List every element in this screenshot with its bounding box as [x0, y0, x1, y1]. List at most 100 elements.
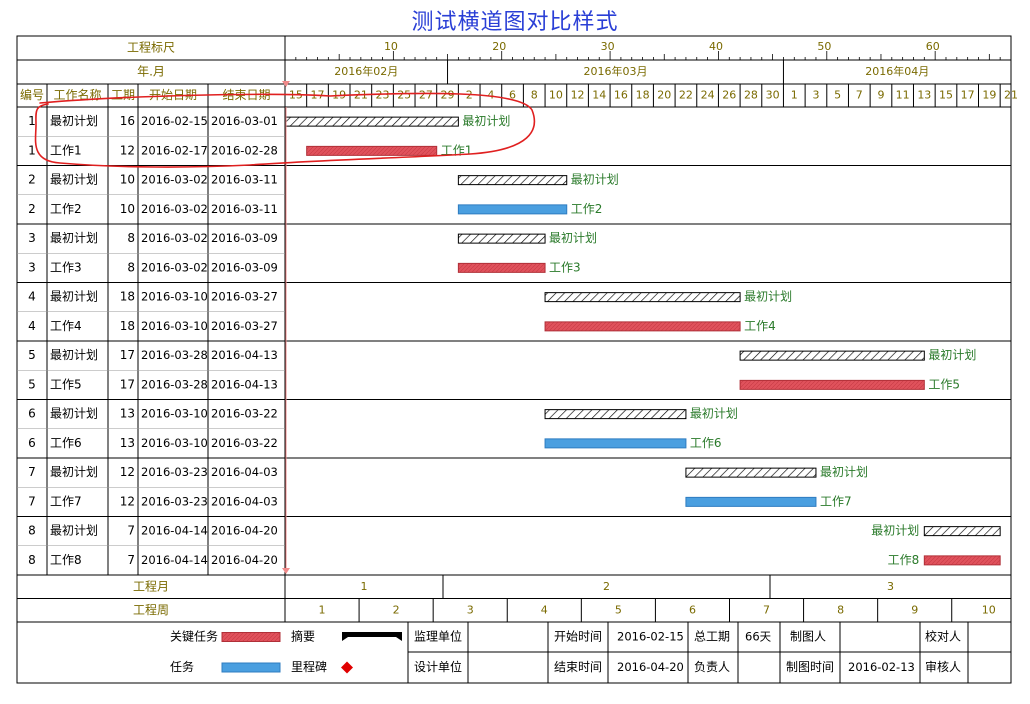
ruler-tick-label: 30 [601, 40, 615, 53]
critical-task-bar [739, 379, 925, 390]
row-number: 7 [28, 494, 36, 508]
bar-label: 最初计划 [744, 290, 792, 304]
column-header: 工期 [111, 88, 135, 102]
day-label: 7 [856, 89, 863, 102]
row-duration: 16 [120, 114, 135, 128]
baseline-bar [284, 116, 459, 127]
row-duration: 10 [120, 173, 135, 187]
day-label: 17 [961, 89, 975, 102]
day-label: 12 [571, 89, 585, 102]
day-label: 24 [701, 89, 715, 102]
ruler-tick-label: 20 [492, 40, 506, 53]
project-week-value: 6 [689, 603, 696, 616]
row-end-date: 2016-03-22 [211, 436, 278, 450]
day-label: 14 [592, 89, 606, 102]
day-label: 13 [917, 89, 931, 102]
row-duration: 12 [120, 465, 135, 479]
row-duration: 17 [120, 348, 135, 362]
row-start-date: 2016-03-23 [141, 465, 208, 479]
row-end-date: 2016-03-11 [211, 173, 278, 187]
day-label: 21 [1004, 89, 1018, 102]
info-start-time-label: 开始时间 [554, 630, 602, 644]
row-name: 工作8 [50, 553, 82, 567]
row-number: 7 [28, 465, 36, 479]
status-line-bottom-marker [282, 568, 290, 574]
info-end-time-label: 结束时间 [554, 660, 602, 674]
project-week-value: 7 [763, 603, 770, 616]
day-label: 10 [549, 89, 563, 102]
baseline-bar [457, 233, 546, 244]
month-label: 2016年04月 [865, 64, 929, 78]
day-label: 5 [834, 89, 841, 102]
bar-label: 最初计划 [462, 114, 510, 128]
row-name: 工作6 [50, 436, 82, 450]
project-week-value: 9 [911, 603, 918, 616]
row-name: 最初计划 [50, 290, 98, 304]
info-owner-label: 负责人 [694, 660, 730, 674]
day-label: 28 [744, 89, 758, 102]
legend-task-label: 任务 [170, 659, 194, 674]
row-end-date: 2016-03-01 [211, 114, 278, 128]
row-duration: 12 [120, 494, 135, 508]
day-label: 25 [397, 89, 411, 102]
row-number: 1 [28, 114, 36, 128]
row-name: 最初计划 [50, 465, 98, 479]
row-name: 工作2 [50, 202, 82, 216]
row-end-date: 2016-04-13 [211, 377, 278, 391]
row-end-date: 2016-03-09 [211, 231, 278, 245]
row-duration: 8 [127, 231, 135, 245]
legend-summary-label: 摘要 [291, 629, 315, 644]
row-duration: 18 [120, 290, 135, 304]
row-name: 最初计划 [50, 231, 98, 245]
bar-label: 工作5 [928, 377, 960, 391]
day-label: 26 [722, 89, 736, 102]
row-duration: 18 [120, 319, 135, 333]
row-duration: 13 [120, 436, 135, 450]
day-label: 18 [636, 89, 650, 102]
row-number: 5 [28, 348, 36, 362]
row-end-date: 2016-04-20 [211, 553, 278, 567]
bar-label: 工作7 [820, 494, 852, 508]
baseline-bar [923, 526, 1001, 537]
row-number: 6 [28, 407, 36, 421]
month-label: 2016年03月 [583, 64, 647, 78]
row-duration: 8 [127, 260, 135, 274]
ruler-tick-label: 10 [384, 40, 398, 53]
row-duration: 10 [120, 202, 135, 216]
info-designer-label: 设计单位 [414, 659, 462, 674]
project-week-value: 8 [837, 603, 844, 616]
row-number: 5 [28, 377, 36, 391]
row-duration: 13 [120, 407, 135, 421]
row-end-date: 2016-04-03 [211, 494, 278, 508]
info-start-time: 2016-02-15 [617, 630, 684, 644]
baseline-bar [544, 409, 687, 420]
bar-label: 最初计划 [928, 348, 976, 362]
project-week-value: 3 [467, 603, 474, 616]
row-start-date: 2016-03-10 [141, 436, 208, 450]
project-month-value: 1 [361, 580, 368, 593]
legend-critical-label: 关键任务 [170, 629, 218, 644]
row-duration: 17 [120, 377, 135, 391]
row-duration: 7 [127, 524, 135, 538]
ruler-tick-label: 40 [709, 40, 723, 53]
row-number: 3 [28, 231, 36, 245]
month-header-label: 年.月 [137, 65, 165, 79]
row-start-date: 2016-02-17 [141, 143, 208, 157]
row-duration: 12 [120, 143, 135, 157]
project-week-value: 4 [541, 603, 548, 616]
row-start-date: 2016-03-02 [141, 173, 208, 187]
row-name: 最初计划 [50, 407, 98, 421]
project-week-value: 10 [982, 603, 996, 616]
day-label: 27 [419, 89, 433, 102]
day-label: 19 [982, 89, 996, 102]
row-start-date: 2016-03-28 [141, 377, 208, 391]
row-start-date: 2016-04-14 [141, 553, 208, 567]
bar-label: 最初计划 [549, 231, 597, 245]
info-total-label: 总工期 [694, 630, 730, 644]
row-name: 工作1 [50, 143, 82, 157]
ruler-tick-label: 60 [926, 40, 940, 53]
legend-milestone-icon [341, 661, 353, 674]
info-draw-time: 2016-02-13 [848, 660, 915, 674]
row-name: 最初计划 [50, 114, 98, 128]
day-label: 16 [614, 89, 628, 102]
